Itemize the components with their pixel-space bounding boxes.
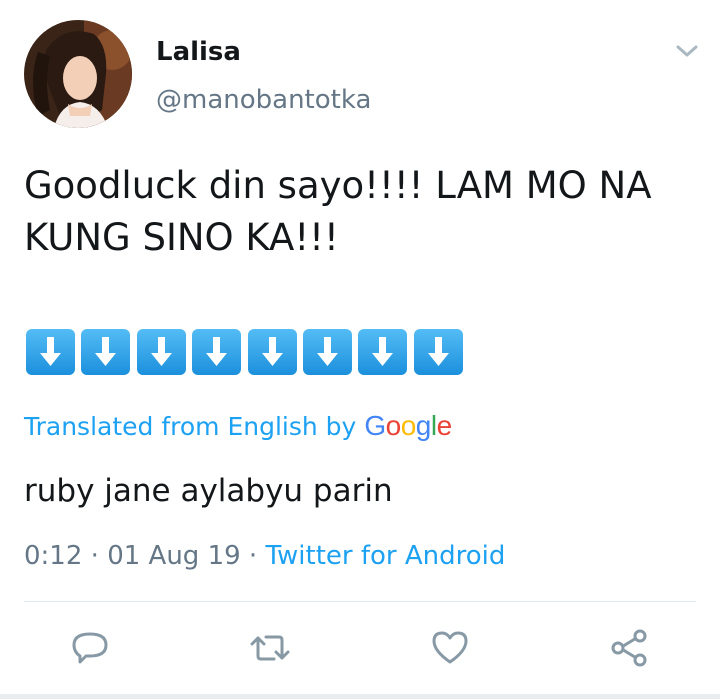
down-arrow-icon: [206, 337, 228, 366]
tweet-text: Goodluck din sayo!!!! LAM MO NA KUNG SIN…: [24, 160, 704, 264]
tweet-text-line-2: KUNG SINO KA!!!: [24, 216, 339, 259]
translated-label: Translated from English by: [24, 412, 357, 441]
down-arrow-emoji: [26, 329, 75, 375]
bottom-edge: [0, 694, 720, 699]
down-arrow-icon: [95, 337, 117, 366]
share-button[interactable]: [608, 626, 652, 670]
avatar-image: [24, 20, 132, 128]
meta-separator: ·: [90, 541, 99, 571]
down-arrow-icon: [316, 337, 338, 366]
tweet-text-line-1: Goodluck din sayo!!!! LAM MO NA: [24, 164, 652, 207]
tweet-time: 0:12: [24, 541, 83, 571]
like-button[interactable]: [428, 626, 472, 670]
tweet-source-link[interactable]: Twitter for Android: [265, 541, 505, 571]
display-name[interactable]: Lalisa: [156, 36, 241, 68]
down-arrow-emoji: [302, 329, 352, 375]
emoji-row: [26, 329, 469, 377]
down-arrow-emoji: [81, 329, 131, 375]
user-handle[interactable]: @manobantotka: [156, 84, 371, 116]
down-arrow-emoji: [358, 329, 408, 375]
down-arrow-icon: [427, 337, 449, 366]
down-arrow-icon: [372, 337, 394, 366]
meta-separator: ·: [248, 541, 258, 571]
down-arrow-icon: [40, 337, 61, 366]
tweet-date: 01 Aug 19: [107, 541, 241, 571]
reply-button[interactable]: [68, 626, 112, 670]
translation-attribution[interactable]: Translated from English by Google: [24, 408, 452, 445]
down-arrow-icon: [150, 337, 172, 366]
more-options-button[interactable]: [672, 40, 702, 62]
retweet-icon: [250, 635, 290, 661]
google-logo: Google: [364, 410, 452, 441]
down-arrow-emoji: [192, 329, 242, 375]
divider: [24, 601, 696, 602]
heart-icon: [432, 631, 468, 664]
chevron-down-icon: [676, 45, 698, 57]
translation-text: ruby jane aylabyu parin: [24, 473, 393, 509]
avatar[interactable]: [24, 20, 132, 128]
down-arrow-icon: [261, 337, 283, 366]
tweet-meta: 0:12 · 01 Aug 19 · Twitter for Android: [24, 538, 505, 574]
retweet-button[interactable]: [248, 626, 292, 670]
share-icon: [611, 629, 647, 667]
down-arrow-emoji: [413, 329, 463, 375]
reply-icon: [72, 632, 108, 664]
down-arrow-emoji: [136, 329, 186, 375]
down-arrow-emoji: [247, 329, 297, 375]
